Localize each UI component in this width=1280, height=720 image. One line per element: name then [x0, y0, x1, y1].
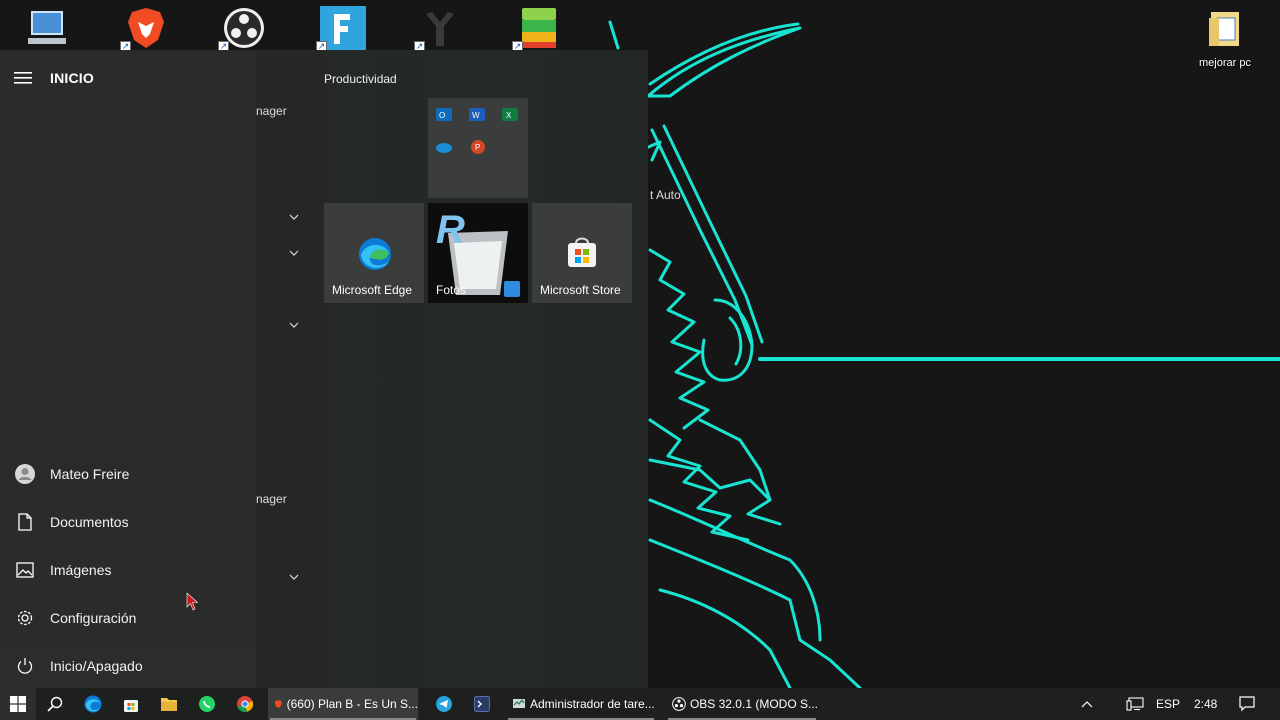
taskbar-edge[interactable]: [75, 688, 111, 720]
task-manager-icon: [513, 698, 525, 708]
start-menu: INICIO Mateo Freire Documentos Imágenes …: [0, 50, 648, 688]
taskbar-whatsapp[interactable]: [189, 688, 225, 720]
office-folder-tile[interactable]: O W X P: [428, 98, 528, 198]
brave-desktop-icon[interactable]: ↗: [118, 4, 174, 52]
taskbar-app-obs[interactable]: OBS 32.0.1 (MODO S...: [666, 688, 818, 720]
taskbar-terminal[interactable]: [464, 688, 500, 720]
bluestacks-desktop-icon[interactable]: ↗: [510, 4, 566, 52]
taskbar-store[interactable]: [113, 688, 149, 720]
sidebar-item-user[interactable]: Mateo Freire: [0, 454, 256, 494]
tray-overflow-button[interactable]: [1072, 688, 1102, 720]
store-bag-icon: [124, 700, 138, 712]
search-icon: [47, 696, 63, 712]
svg-text:R: R: [436, 208, 465, 252]
sidebar-item-label: Imágenes: [50, 562, 112, 578]
applist-item[interactable]: nager: [256, 104, 287, 118]
tile-label: Fotos: [436, 283, 467, 297]
brave-icon: [274, 700, 282, 708]
applist-item[interactable]: nager: [256, 492, 287, 506]
taskbar-app-task-manager[interactable]: Administrador de tare...: [506, 688, 656, 720]
tile-group-title[interactable]: Productividad: [324, 72, 397, 86]
start-menu-title: INICIO: [50, 70, 94, 86]
tile-microsoft-edge[interactable]: Microsoft Edge: [324, 203, 424, 303]
game-desktop-icon[interactable]: ↗: [412, 4, 468, 52]
chevron-down-icon[interactable]: [288, 320, 300, 330]
taskbar-app-label: OBS 32.0.1 (MODO S...: [689, 697, 818, 711]
svg-text:X: X: [506, 111, 512, 120]
chevron-up-icon: [1081, 701, 1093, 708]
obs-desktop-icon[interactable]: ↗: [216, 4, 272, 52]
tile-label: Microsoft Store: [540, 283, 621, 297]
tile-microsoft-store[interactable]: Microsoft Store: [532, 203, 632, 303]
taskbar-app-label: (660) Plan B - Es Un S...: [286, 697, 418, 711]
whatsapp-icon: [199, 696, 215, 712]
sidebar-item-label: Documentos: [50, 514, 129, 530]
sidebar-item-pictures[interactable]: Imágenes: [0, 550, 256, 590]
chevron-down-icon[interactable]: [288, 572, 300, 582]
computer-icon: [28, 11, 66, 44]
telegram-icon: [436, 696, 452, 712]
desktop-partial-label: t Auto: [650, 188, 681, 202]
chrome-icon: [237, 696, 254, 713]
start-menu-header[interactable]: INICIO: [14, 66, 94, 90]
start-button[interactable]: [0, 688, 36, 720]
taskbar-file-explorer[interactable]: [151, 688, 187, 720]
power-icon: [17, 658, 33, 674]
taskbar-app-brave[interactable]: (660) Plan B - Es Un S...: [268, 688, 418, 720]
sidebar-item-label: Configuración: [50, 610, 137, 626]
sidebar-item-settings[interactable]: Configuración: [0, 598, 256, 638]
search-button[interactable]: [37, 688, 73, 720]
pictures-icon: [16, 562, 34, 578]
taskbar: (660) Plan B - Es Un S... Administrador …: [0, 688, 1280, 720]
terminal-icon: [474, 696, 490, 712]
svg-text:O: O: [439, 111, 445, 120]
edge-icon: [359, 238, 391, 270]
tray-language[interactable]: ESP: [1156, 688, 1180, 720]
tile-label: Microsoft Edge: [332, 283, 413, 297]
desktop-icon-label: mejorar pc: [1199, 57, 1251, 69]
chevron-down-icon[interactable]: [288, 212, 300, 222]
hamburger-menu-icon[interactable]: [14, 72, 32, 84]
folder-icon: [161, 698, 177, 711]
store-bag-icon: [568, 237, 596, 267]
windows-logo-icon: [10, 696, 26, 712]
document-icon: [18, 513, 32, 531]
network-ethernet-icon: [1126, 697, 1144, 711]
tile-fotos[interactable]: R Fotos: [428, 203, 528, 303]
notification-icon: [1239, 696, 1255, 712]
obs-icon: [672, 697, 686, 711]
svg-text:W: W: [472, 111, 480, 120]
start-menu-sidebar: INICIO Mateo Freire Documentos Imágenes …: [0, 50, 256, 688]
chevron-down-icon[interactable]: [288, 248, 300, 258]
gear-icon: [17, 610, 33, 626]
sidebar-item-label: Mateo Freire: [50, 466, 130, 482]
taskbar-app-label: Administrador de tare...: [530, 697, 655, 711]
sidebar-item-documents[interactable]: Documentos: [0, 502, 256, 542]
sidebar-item-power[interactable]: Inicio/Apagado: [0, 646, 256, 686]
svg-text:P: P: [475, 143, 480, 152]
mouse-cursor-icon: [186, 592, 199, 611]
edge-icon: [84, 695, 102, 713]
tray-network[interactable]: [1120, 688, 1150, 720]
tray-clock[interactable]: 2:48: [1194, 688, 1217, 720]
action-center-button[interactable]: [1232, 688, 1262, 720]
user-icon: [15, 464, 35, 484]
this-pc-desktop-icon[interactable]: [20, 4, 76, 52]
taskbar-telegram[interactable]: [426, 688, 462, 720]
office-apps-icon: O W X P: [436, 108, 518, 154]
desktop-icon-mejorar-pc[interactable]: mejorar pc: [1190, 8, 1260, 69]
taskbar-chrome[interactable]: [227, 688, 263, 720]
sidebar-item-label: Inicio/Apagado: [50, 658, 143, 674]
fortnite-desktop-icon[interactable]: ↗: [314, 4, 370, 52]
folder-icon: [1209, 12, 1239, 46]
